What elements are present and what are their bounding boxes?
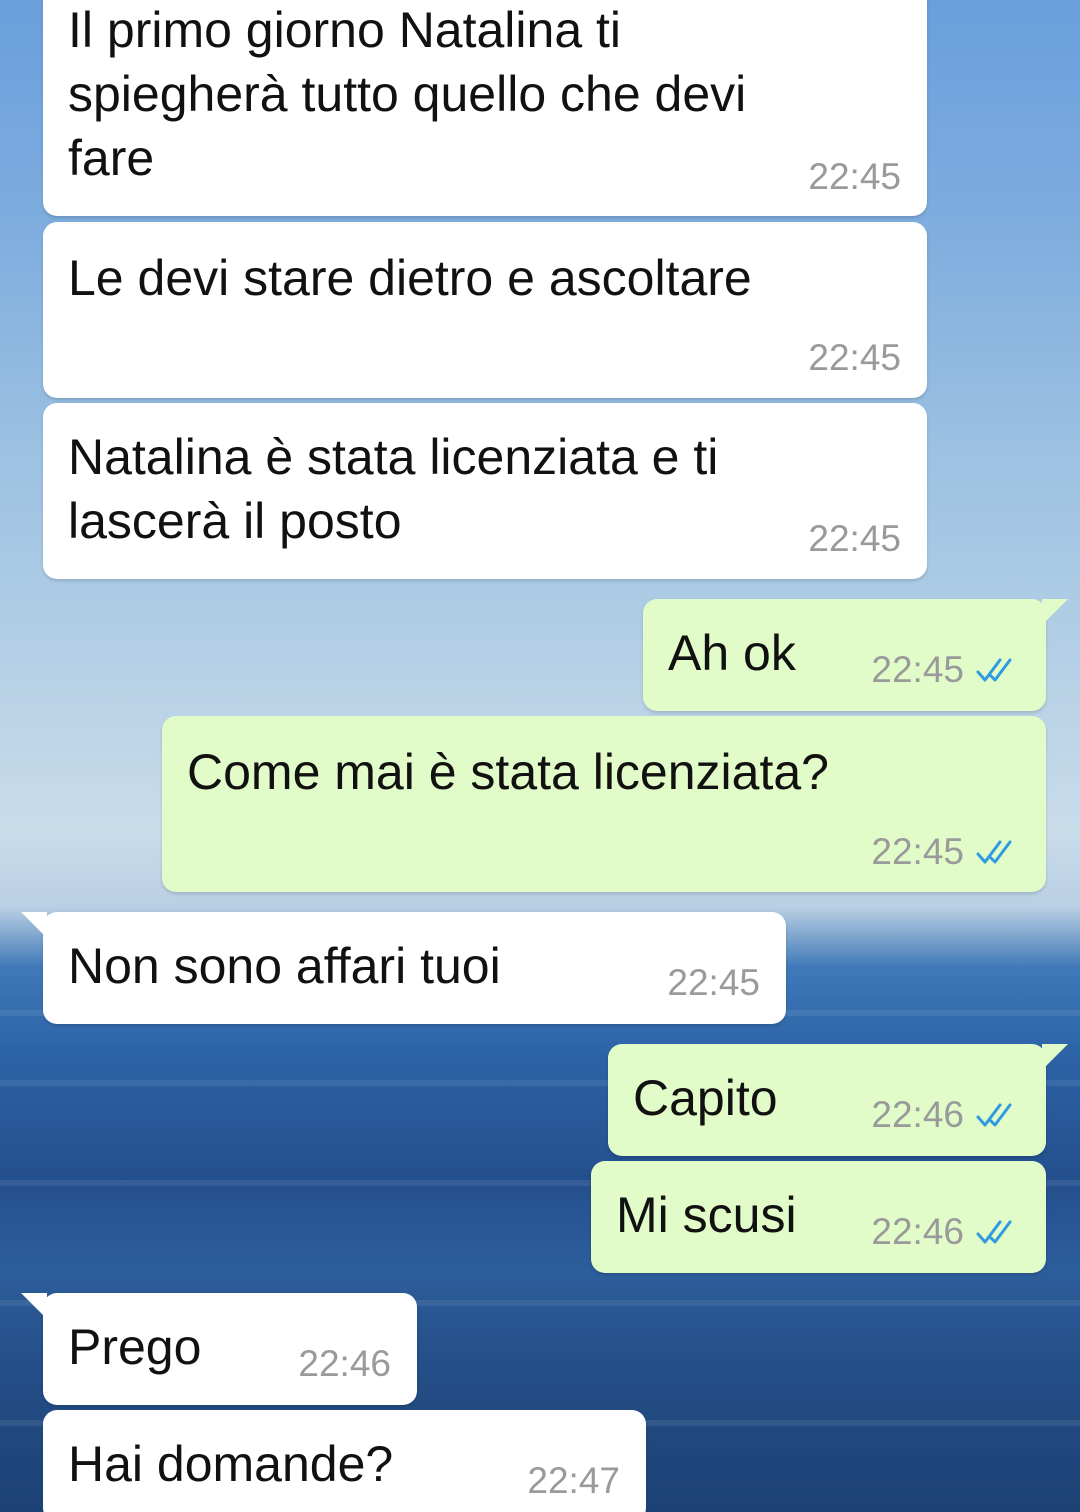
incoming-message[interactable]: Prego 22:46 <box>21 1293 417 1405</box>
message-time: 22:45 <box>808 518 901 560</box>
incoming-message[interactable]: Natalina è stata licenziata e ti lascerà… <box>43 403 927 579</box>
message-time: 22:45 <box>808 156 901 198</box>
message-text: Il primo giorno Natalina ti spiegherà tu… <box>68 2 747 186</box>
outgoing-message[interactable]: Mi scusi 22:46 <box>591 1161 1046 1273</box>
timestamp: 22:46 <box>871 1094 964 1135</box>
message-text: Capito <box>633 1070 778 1126</box>
message-text: Prego <box>68 1319 202 1375</box>
outgoing-message[interactable]: Come mai è stata licenziata? 22:45 <box>162 716 1046 892</box>
double-check-icon <box>976 840 1012 864</box>
timestamp: 22:45 <box>808 156 901 197</box>
outgoing-message[interactable]: Ah ok 22:45 <box>643 599 1068 711</box>
timestamp: 22:45 <box>808 337 901 378</box>
incoming-message[interactable]: Hai domande? 22:47 <box>43 1410 646 1512</box>
timestamp: 22:45 <box>808 518 901 559</box>
message-text: Mi scusi <box>616 1187 797 1243</box>
outgoing-message[interactable]: Capito 22:46 <box>608 1044 1068 1156</box>
message-time: 22:47 <box>527 1460 620 1502</box>
message-time: 22:46 <box>871 1094 1020 1136</box>
timestamp: 22:46 <box>298 1343 391 1384</box>
message-text: Hai domande? <box>68 1436 394 1492</box>
double-check-icon <box>976 1103 1012 1127</box>
message-time: 22:45 <box>871 831 1020 873</box>
message-time: 22:45 <box>871 649 1020 691</box>
message-time: 22:45 <box>808 337 901 379</box>
timestamp: 22:45 <box>667 962 760 1003</box>
message-text: Come mai è stata licenziata? <box>187 744 829 800</box>
double-check-icon <box>976 1220 1012 1244</box>
incoming-message[interactable]: Le devi stare dietro e ascoltare 22:45 <box>43 222 927 398</box>
message-time: 22:45 <box>667 962 760 1004</box>
message-time: 22:46 <box>871 1211 1020 1253</box>
incoming-message[interactable]: Non sono affari tuoi 22:45 <box>21 912 786 1024</box>
timestamp: 22:46 <box>871 1211 964 1252</box>
incoming-message[interactable]: Il primo giorno Natalina ti spiegherà tu… <box>43 0 927 216</box>
timestamp: 22:45 <box>871 831 964 872</box>
message-text: Le devi stare dietro e ascoltare <box>68 250 752 306</box>
message-time: 22:46 <box>298 1343 391 1385</box>
double-check-icon <box>976 658 1012 682</box>
timestamp: 22:45 <box>871 649 964 690</box>
message-text: Natalina è stata licenziata e ti lascerà… <box>68 429 719 549</box>
timestamp: 22:47 <box>527 1460 620 1501</box>
message-text: Ah ok <box>668 625 796 681</box>
message-text: Non sono affari tuoi <box>68 938 501 994</box>
